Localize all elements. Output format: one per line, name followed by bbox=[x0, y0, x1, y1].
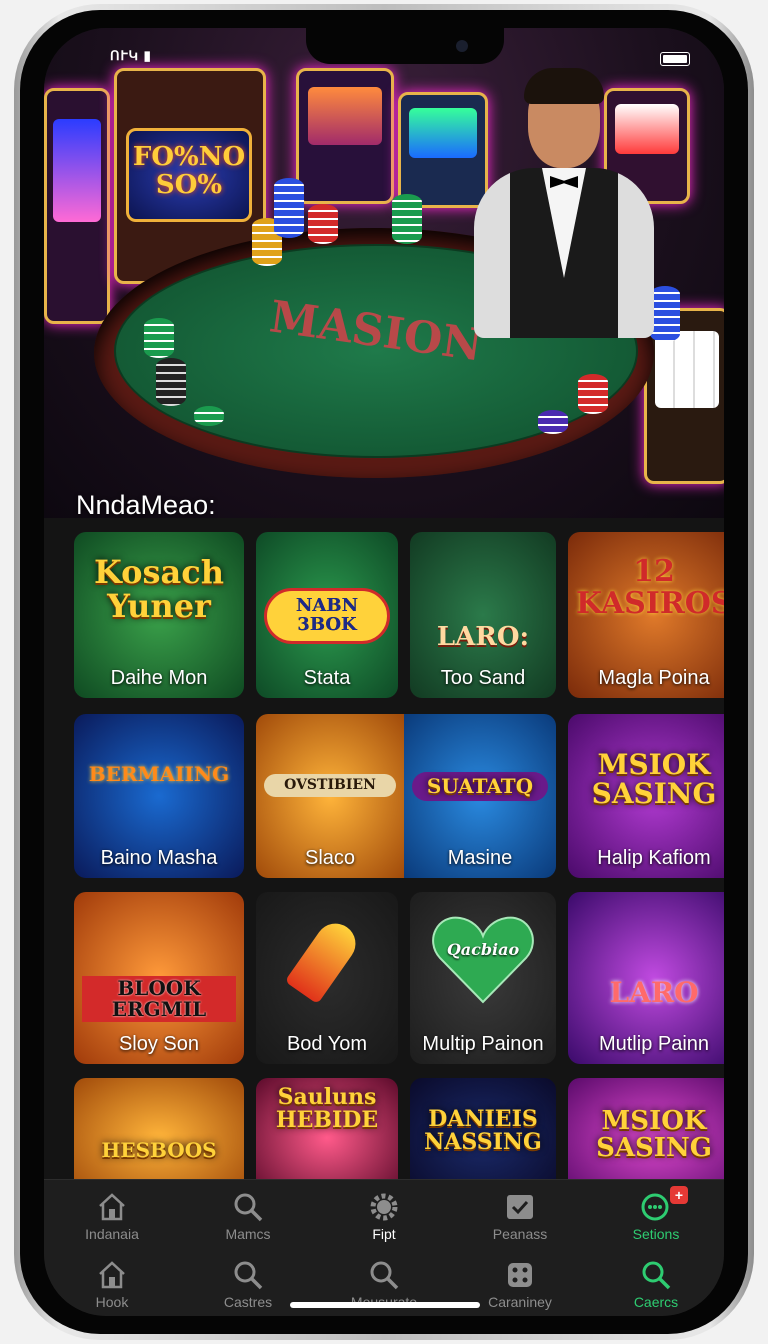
game-logo: Qacbiao bbox=[446, 940, 520, 959]
game-title: Sloy Son bbox=[118, 1033, 200, 1055]
chip-stack bbox=[194, 406, 224, 426]
signal-indicator: ՈՒԿ ▮ bbox=[110, 48, 152, 63]
game-logo: NABN 3BOK bbox=[264, 588, 390, 644]
slot-machine-left bbox=[44, 88, 110, 324]
game-tile[interactable]: LARO Mutlip Painn bbox=[568, 892, 724, 1064]
game-logo: DANIEIS NASSING bbox=[424, 1106, 542, 1156]
game-title: Multip Painon bbox=[422, 1033, 544, 1055]
checkbox-icon bbox=[507, 1195, 533, 1219]
game-logo: LARO bbox=[609, 976, 699, 1009]
chip-stack bbox=[144, 318, 174, 358]
game-logo: HESBOOS bbox=[101, 1138, 217, 1162]
game-tile[interactable]: Kosach Yuner Daihe Mon bbox=[74, 532, 244, 698]
game-title: Slaco bbox=[304, 847, 356, 869]
game-tile[interactable]: 12 KASIROS Magla Poina bbox=[568, 532, 724, 698]
dice-icon bbox=[508, 1263, 532, 1287]
chat-icon bbox=[641, 1193, 669, 1221]
nav-item-fipt[interactable]: Fipt bbox=[316, 1180, 452, 1246]
battery-icon bbox=[660, 52, 690, 66]
game-tile[interactable]: BLOOK ERGMIL Sloy Son bbox=[74, 892, 244, 1064]
game-title: Daihe Mon bbox=[110, 667, 208, 689]
game-title: Stata bbox=[303, 667, 351, 689]
nav-item-peanass[interactable]: Peanass bbox=[452, 1180, 588, 1246]
home-icon bbox=[99, 1193, 125, 1221]
nav-item-indanaia[interactable]: Indanaia bbox=[44, 1180, 180, 1246]
gear-icon bbox=[370, 1193, 398, 1221]
phone-frame: ՈՒԿ ▮ FO%NO SO% MASION NndaMeao: Kosach … bbox=[14, 4, 754, 1340]
chip-stack bbox=[308, 204, 338, 244]
game-title: Halip Kafiom bbox=[597, 847, 711, 869]
nav-label: Setions bbox=[632, 1226, 680, 1242]
game-tile[interactable]: MSIOK SASING Halip Kafiom bbox=[568, 714, 724, 878]
game-tile[interactable]: NABN 3BOK Stata bbox=[256, 532, 398, 698]
search-icon bbox=[234, 1193, 263, 1222]
game-logo: Sauluns HEBIDE bbox=[275, 1084, 379, 1134]
section-title: NndaMeao: bbox=[76, 490, 216, 520]
search-icon bbox=[234, 1261, 263, 1290]
chip-stack bbox=[578, 374, 608, 414]
game-logo: 12 KASIROS bbox=[576, 554, 724, 621]
game-title: Too Sand bbox=[440, 667, 526, 689]
game-title: Baino Masha bbox=[100, 847, 218, 869]
nav-label: Indanaia bbox=[85, 1226, 139, 1242]
nav-label: Fipt bbox=[372, 1226, 396, 1242]
game-title: Masine bbox=[447, 847, 513, 869]
phone-bezel: ՈՒԿ ▮ FO%NO SO% MASION NndaMeao: Kosach … bbox=[20, 10, 748, 1334]
nav-label: Hook bbox=[95, 1294, 129, 1310]
chip-stack bbox=[538, 410, 568, 434]
game-title: Magla Poina bbox=[598, 667, 710, 689]
game-tile[interactable]: SUATATQ Masine bbox=[404, 714, 556, 878]
casino-sign: FO%NO SO% bbox=[126, 128, 252, 222]
game-logo: SUATATQ bbox=[412, 772, 548, 801]
nav-item-mamcs[interactable]: Mamcs bbox=[180, 1180, 316, 1246]
screen: ՈՒԿ ▮ FO%NO SO% MASION NndaMeao: Kosach … bbox=[44, 28, 724, 1316]
search-icon bbox=[642, 1261, 671, 1290]
chip-stack bbox=[392, 194, 422, 244]
nav-label: Mamcs bbox=[225, 1226, 271, 1242]
game-logo: MSIOK SASING bbox=[596, 1106, 712, 1164]
nav-item-setions[interactable]: + Setions bbox=[588, 1180, 724, 1246]
home-icon bbox=[99, 1261, 125, 1289]
nav-item-hook[interactable]: Hook bbox=[44, 1248, 180, 1314]
chip-stack bbox=[156, 358, 186, 406]
chip-stack bbox=[274, 178, 304, 238]
game-logo: BERMAIING bbox=[88, 762, 230, 786]
rocket-icon bbox=[284, 915, 364, 1005]
casino-sign-text: FO%NO SO% bbox=[132, 142, 246, 200]
game-tile[interactable]: Bod Yom bbox=[256, 892, 398, 1064]
game-logo: Kosach Yuner bbox=[94, 553, 224, 625]
nav-item-caercs[interactable]: Caercs bbox=[588, 1248, 724, 1314]
game-tile[interactable]: Qacbiao Multip Painon bbox=[410, 892, 556, 1064]
game-title: Bod Yom bbox=[286, 1033, 368, 1055]
game-tile[interactable]: OVSTIBIEN Slaco bbox=[256, 714, 404, 878]
nav-label: Peanass bbox=[492, 1226, 548, 1242]
game-tile[interactable]: LARO: Too Sand bbox=[410, 532, 556, 698]
bottom-nav: Indanaia Mamcs Fipt Peanass + Setions Ho… bbox=[44, 1179, 724, 1316]
notification-badge: + bbox=[670, 1186, 688, 1204]
game-logo: LARO: bbox=[436, 622, 530, 652]
nav-label: Caraniney bbox=[488, 1294, 552, 1310]
search-icon bbox=[370, 1261, 399, 1290]
nav-label: Castres bbox=[223, 1294, 273, 1310]
notch bbox=[306, 28, 504, 64]
nav-label: Caercs bbox=[633, 1294, 679, 1310]
game-title: Mutlip Painn bbox=[598, 1033, 710, 1055]
dealer-figure bbox=[464, 58, 664, 338]
camera-icon bbox=[456, 40, 468, 52]
game-logo: BLOOK ERGMIL bbox=[82, 976, 236, 1022]
heart-icon bbox=[432, 914, 534, 1004]
hero-banner[interactable]: FO%NO SO% MASION bbox=[44, 28, 724, 518]
game-tile[interactable]: BERMAIING Baino Masha bbox=[74, 714, 244, 878]
game-logo: MSIOK SASING bbox=[591, 748, 717, 811]
game-logo: OVSTIBIEN bbox=[264, 774, 396, 797]
home-indicator[interactable] bbox=[290, 1302, 480, 1308]
slot-machine-center bbox=[296, 68, 394, 204]
